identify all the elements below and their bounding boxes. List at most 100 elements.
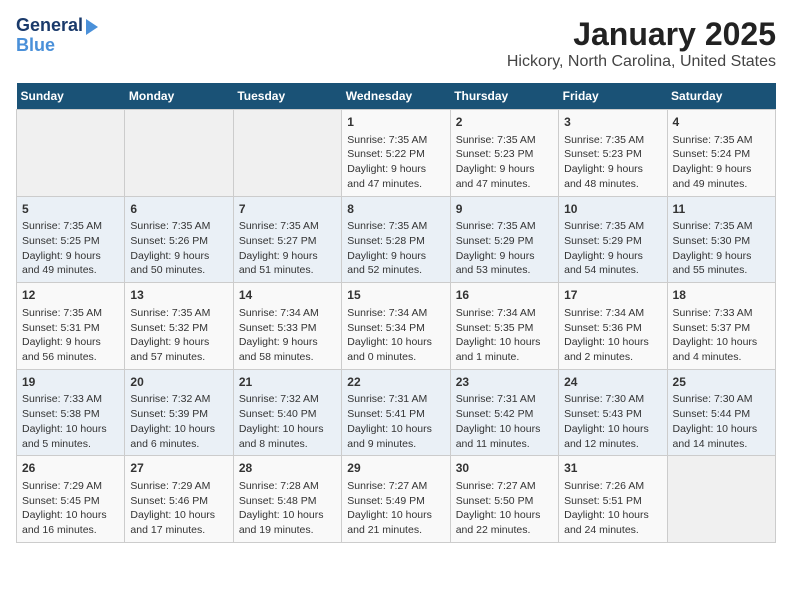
calendar-cell: 16 Sunrise: 7:34 AM Sunset: 5:35 PM Dayli… (450, 283, 558, 370)
calendar-cell: 20Sunrise: 7:32 AM Sunset: 5:39 PM Dayli… (125, 369, 233, 456)
day-number: 7 (239, 201, 336, 218)
calendar-cell: 23Sunrise: 7:31 AM Sunset: 5:42 PM Dayli… (450, 369, 558, 456)
logo-text-general: General (16, 16, 83, 36)
day-number: 20 (130, 374, 227, 391)
day-number: 28 (239, 460, 336, 477)
day-detail: Sunrise: 7:35 AM Sunset: 5:22 PM Dayligh… (347, 133, 444, 192)
day-number: 5 (22, 201, 119, 218)
day-detail: Sunrise: 7:33 AM Sunset: 5:37 PM Dayligh… (673, 306, 770, 365)
day-number: 29 (347, 460, 444, 477)
day-number: 24 (564, 374, 661, 391)
calendar-cell: 12 Sunrise: 7:35 AM Sunset: 5:31 PM Dayli… (17, 283, 125, 370)
weekday-header-sunday: Sunday (17, 83, 125, 110)
day-number: 21 (239, 374, 336, 391)
day-number: 27 (130, 460, 227, 477)
calendar-cell: 22Sunrise: 7:31 AM Sunset: 5:41 PM Dayli… (342, 369, 450, 456)
day-number: 31 (564, 460, 661, 477)
week-row-2: 5Sunrise: 7:35 AM Sunset: 5:25 PM Daylig… (17, 196, 776, 283)
calendar-cell: 26Sunrise: 7:29 AM Sunset: 5:45 PM Dayli… (17, 456, 125, 543)
calendar-cell: 24Sunrise: 7:30 AM Sunset: 5:43 PM Dayli… (559, 369, 667, 456)
day-detail: Sunrise: 7:35 AM Sunset: 5:23 PM Dayligh… (564, 133, 661, 192)
day-detail: Sunrise: 7:35 AM Sunset: 5:32 PM Dayligh… (130, 306, 227, 365)
calendar-cell: 13 Sunrise: 7:35 AM Sunset: 5:32 PM Dayli… (125, 283, 233, 370)
day-number: 11 (673, 201, 770, 218)
week-row-3: 12 Sunrise: 7:35 AM Sunset: 5:31 PM Dayli… (17, 283, 776, 370)
day-detail: Sunrise: 7:30 AM Sunset: 5:44 PM Dayligh… (673, 392, 770, 451)
day-number: 26 (22, 460, 119, 477)
day-number: 14 (239, 287, 336, 304)
day-number: 22 (347, 374, 444, 391)
day-detail: Sunrise: 7:34 AM Sunset: 5:35 PM Dayligh… (456, 306, 553, 365)
day-number: 10 (564, 201, 661, 218)
day-number: 12 (22, 287, 119, 304)
calendar-cell: 31 Sunrise: 7:26 AM Sunset: 5:51 PM Dayli… (559, 456, 667, 543)
calendar-cell: 7Sunrise: 7:35 AM Sunset: 5:27 PM Daylig… (233, 196, 341, 283)
calendar-cell (233, 110, 341, 197)
day-number: 30 (456, 460, 553, 477)
day-detail: Sunrise: 7:35 AM Sunset: 5:23 PM Dayligh… (456, 133, 553, 192)
day-detail: Sunrise: 7:35 AM Sunset: 5:27 PM Dayligh… (239, 219, 336, 278)
day-detail: Sunrise: 7:27 AM Sunset: 5:50 PM Dayligh… (456, 479, 553, 538)
day-number: 6 (130, 201, 227, 218)
calendar-cell: 25Sunrise: 7:30 AM Sunset: 5:44 PM Dayli… (667, 369, 775, 456)
calendar-cell: 18Sunrise: 7:33 AM Sunset: 5:37 PM Dayli… (667, 283, 775, 370)
calendar-cell: 15 Sunrise: 7:34 AM Sunset: 5:34 PM Dayli… (342, 283, 450, 370)
day-number: 1 (347, 114, 444, 131)
weekday-header-friday: Friday (559, 83, 667, 110)
month-title: January 2025 (507, 16, 776, 53)
day-detail: Sunrise: 7:26 AM Sunset: 5:51 PM Dayligh… (564, 479, 661, 538)
day-detail: Sunrise: 7:35 AM Sunset: 5:26 PM Dayligh… (130, 219, 227, 278)
day-detail: Sunrise: 7:29 AM Sunset: 5:46 PM Dayligh… (130, 479, 227, 538)
day-detail: Sunrise: 7:34 AM Sunset: 5:36 PM Dayligh… (564, 306, 661, 365)
day-detail: Sunrise: 7:27 AM Sunset: 5:49 PM Dayligh… (347, 479, 444, 538)
calendar-cell: 4Sunrise: 7:35 AM Sunset: 5:24 PM Daylig… (667, 110, 775, 197)
day-number: 2 (456, 114, 553, 131)
calendar-cell: 8Sunrise: 7:35 AM Sunset: 5:28 PM Daylig… (342, 196, 450, 283)
day-number: 25 (673, 374, 770, 391)
calendar-cell: 17 Sunrise: 7:34 AM Sunset: 5:36 PM Dayli… (559, 283, 667, 370)
logo-text-blue: Blue (16, 36, 98, 56)
day-number: 8 (347, 201, 444, 218)
day-number: 3 (564, 114, 661, 131)
calendar-cell: 21Sunrise: 7:32 AM Sunset: 5:40 PM Dayli… (233, 369, 341, 456)
calendar-table: SundayMondayTuesdayWednesdayThursdayFrid… (16, 83, 776, 543)
calendar-cell: 14Sunrise: 7:34 AM Sunset: 5:33 PM Dayli… (233, 283, 341, 370)
calendar-cell: 28 Sunrise: 7:28 AM Sunset: 5:48 PM Dayli… (233, 456, 341, 543)
day-detail: Sunrise: 7:34 AM Sunset: 5:34 PM Dayligh… (347, 306, 444, 365)
day-detail: Sunrise: 7:31 AM Sunset: 5:41 PM Dayligh… (347, 392, 444, 451)
day-number: 9 (456, 201, 553, 218)
calendar-cell (17, 110, 125, 197)
day-number: 15 (347, 287, 444, 304)
day-detail: Sunrise: 7:28 AM Sunset: 5:48 PM Dayligh… (239, 479, 336, 538)
weekday-header-wednesday: Wednesday (342, 83, 450, 110)
day-number: 13 (130, 287, 227, 304)
calendar-cell (667, 456, 775, 543)
calendar-cell: 10Sunrise: 7:35 AM Sunset: 5:29 PM Dayli… (559, 196, 667, 283)
day-detail: Sunrise: 7:35 AM Sunset: 5:29 PM Dayligh… (564, 219, 661, 278)
calendar-cell: 1 Sunrise: 7:35 AM Sunset: 5:22 PM Daylig… (342, 110, 450, 197)
week-row-5: 26Sunrise: 7:29 AM Sunset: 5:45 PM Dayli… (17, 456, 776, 543)
page-header: General Blue January 2025 Hickory, North… (16, 16, 776, 71)
title-block: January 2025 Hickory, North Carolina, Un… (507, 16, 776, 71)
week-row-4: 19Sunrise: 7:33 AM Sunset: 5:38 PM Dayli… (17, 369, 776, 456)
weekday-header-row: SundayMondayTuesdayWednesdayThursdayFrid… (17, 83, 776, 110)
day-detail: Sunrise: 7:35 AM Sunset: 5:30 PM Dayligh… (673, 219, 770, 278)
day-number: 16 (456, 287, 553, 304)
calendar-cell: 3 Sunrise: 7:35 AM Sunset: 5:23 PM Daylig… (559, 110, 667, 197)
week-row-1: 1 Sunrise: 7:35 AM Sunset: 5:22 PM Daylig… (17, 110, 776, 197)
day-number: 17 (564, 287, 661, 304)
day-detail: Sunrise: 7:32 AM Sunset: 5:40 PM Dayligh… (239, 392, 336, 451)
calendar-cell: 27 Sunrise: 7:29 AM Sunset: 5:46 PM Dayli… (125, 456, 233, 543)
calendar-cell: 5Sunrise: 7:35 AM Sunset: 5:25 PM Daylig… (17, 196, 125, 283)
calendar-cell: 11Sunrise: 7:35 AM Sunset: 5:30 PM Dayli… (667, 196, 775, 283)
day-number: 4 (673, 114, 770, 131)
day-detail: Sunrise: 7:30 AM Sunset: 5:43 PM Dayligh… (564, 392, 661, 451)
day-detail: Sunrise: 7:31 AM Sunset: 5:42 PM Dayligh… (456, 392, 553, 451)
day-detail: Sunrise: 7:35 AM Sunset: 5:25 PM Dayligh… (22, 219, 119, 278)
calendar-cell (125, 110, 233, 197)
weekday-header-monday: Monday (125, 83, 233, 110)
calendar-cell: 29 Sunrise: 7:27 AM Sunset: 5:49 PM Dayli… (342, 456, 450, 543)
day-detail: Sunrise: 7:35 AM Sunset: 5:29 PM Dayligh… (456, 219, 553, 278)
calendar-cell: 6Sunrise: 7:35 AM Sunset: 5:26 PM Daylig… (125, 196, 233, 283)
day-detail: Sunrise: 7:35 AM Sunset: 5:31 PM Dayligh… (22, 306, 119, 365)
